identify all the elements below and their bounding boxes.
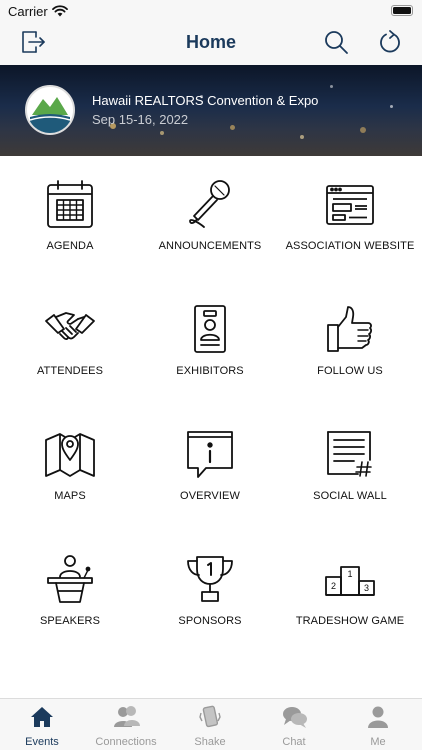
tile-association-website[interactable]: ASSOCIATION WEBSITE xyxy=(280,156,420,281)
home-icon xyxy=(30,705,54,729)
handshake-icon xyxy=(44,303,96,355)
thumbs-up-icon xyxy=(324,303,376,355)
tile-label: ANNOUNCEMENTS xyxy=(158,240,262,252)
tab-label: Connections xyxy=(95,736,157,748)
tile-label: AGENDA xyxy=(46,240,94,252)
event-logo xyxy=(25,85,75,135)
tile-label: SPONSORS xyxy=(178,615,242,627)
event-banner[interactable]: Hawaii REALTORS Convention & Expo Sep 15… xyxy=(0,65,422,156)
refresh-button[interactable] xyxy=(374,28,406,60)
tile-speakers[interactable]: SPEAKERS xyxy=(0,531,140,656)
tab-label: Shake xyxy=(194,736,226,748)
tile-exhibitors[interactable]: EXHIBITORS xyxy=(140,281,280,406)
tile-attendees[interactable]: ATTENDEES xyxy=(0,281,140,406)
tile-label: TRADESHOW GAME xyxy=(295,615,405,627)
microphone-icon xyxy=(184,178,236,230)
tile-label: FOLLOW US xyxy=(317,365,383,377)
tile-maps[interactable]: MAPS xyxy=(0,406,140,531)
tile-label: EXHIBITORS xyxy=(176,365,244,377)
status-bar: Carrier xyxy=(0,0,422,22)
tab-label: Chat xyxy=(282,736,306,748)
phone-shake-icon xyxy=(198,705,222,729)
wifi-icon xyxy=(52,4,68,22)
battery-icon xyxy=(391,5,413,16)
tile-label: ASSOCIATION WEBSITE xyxy=(285,240,415,252)
refresh-icon xyxy=(377,29,403,60)
tab-shake[interactable]: Shake xyxy=(168,699,252,750)
search-icon xyxy=(323,29,349,60)
tab-label: Events xyxy=(25,736,59,748)
tile-overview[interactable]: OVERVIEW xyxy=(140,406,280,531)
svg-text:2: 2 xyxy=(331,581,336,591)
tile-label: ATTENDEES xyxy=(36,365,104,377)
search-button[interactable] xyxy=(320,28,352,60)
info-icon xyxy=(184,428,236,480)
tab-connections[interactable]: Connections xyxy=(84,699,168,750)
tile-social-wall[interactable]: SOCIAL WALL xyxy=(280,406,420,531)
tile-label: MAPS xyxy=(54,490,86,502)
browser-window-icon xyxy=(324,178,376,230)
chat-bubbles-icon xyxy=(282,705,307,729)
tab-events[interactable]: Events xyxy=(0,699,84,750)
person-icon xyxy=(366,705,390,729)
people-icon xyxy=(114,705,140,729)
tab-me[interactable]: Me xyxy=(336,699,420,750)
page-title: Home xyxy=(185,32,236,52)
tile-sponsors[interactable]: SPONSORS xyxy=(140,531,280,656)
tile-label: SOCIAL WALL xyxy=(313,490,387,502)
svg-text:3: 3 xyxy=(364,583,369,593)
podium-icon xyxy=(44,553,96,605)
carrier-label: Carrier xyxy=(8,4,48,19)
winners-podium-icon: 1 2 3 xyxy=(324,553,376,605)
trophy-icon xyxy=(184,553,236,605)
event-title: Hawaii REALTORS Convention & Expo xyxy=(92,93,319,108)
navigation-bar: Home xyxy=(0,22,422,65)
id-badge-icon xyxy=(184,303,236,355)
tab-label: Me xyxy=(370,736,386,748)
tile-label: OVERVIEW xyxy=(180,490,240,502)
tile-announcements[interactable]: ANNOUNCEMENTS xyxy=(140,156,280,281)
svg-text:1: 1 xyxy=(347,569,352,579)
tile-follow-us[interactable]: FOLLOW US xyxy=(280,281,420,406)
tile-tradeshow-game[interactable]: 1 2 3 TRADESHOW GAME xyxy=(280,531,420,656)
tab-chat[interactable]: Chat xyxy=(252,699,336,750)
event-date: Sep 15-16, 2022 xyxy=(92,112,189,127)
tab-bar: Events Connections Shake Chat Me xyxy=(0,698,422,750)
tile-agenda[interactable]: AGENDA xyxy=(0,156,140,281)
document-hashtag-icon xyxy=(324,428,376,480)
calendar-icon xyxy=(44,178,96,230)
tile-label: SPEAKERS xyxy=(39,615,101,627)
map-pin-icon xyxy=(44,428,96,480)
